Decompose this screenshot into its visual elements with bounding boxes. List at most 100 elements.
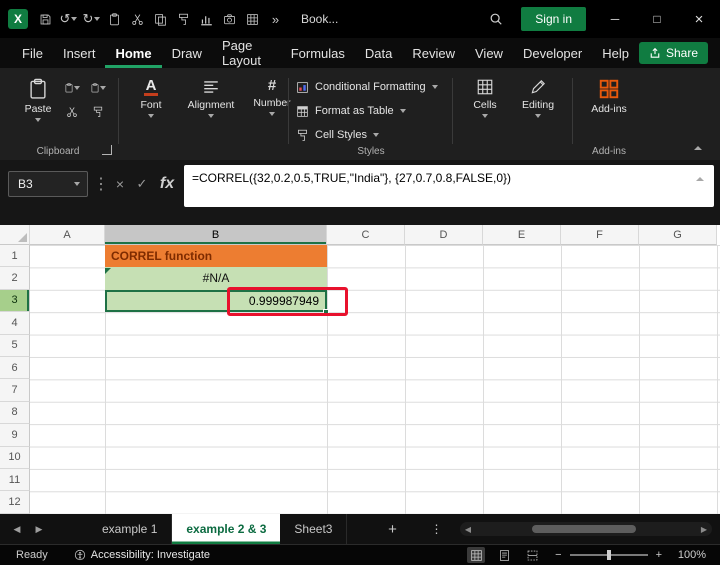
editing-group-button[interactable]: Editing (512, 78, 564, 118)
excel-app-icon[interactable]: X (8, 9, 28, 29)
row-header-2[interactable]: 2 (0, 267, 30, 290)
search-icon[interactable] (481, 7, 511, 31)
share-button[interactable]: Share (638, 42, 708, 64)
font-group-button[interactable]: A Font (126, 78, 176, 118)
row-header-1[interactable]: 1 (0, 245, 30, 268)
format-painter-icon[interactable] (172, 7, 195, 31)
page-layout-view-icon[interactable] (495, 547, 513, 563)
name-box[interactable]: B3 (8, 171, 88, 197)
formula-input[interactable]: =CORREL({32,0.2,0.5,TRUE,"India"}, {27,0… (184, 165, 714, 207)
collapse-formula-bar-icon[interactable] (696, 177, 704, 181)
column-header-f[interactable]: F (561, 225, 639, 245)
number-group-button[interactable]: # Number (246, 78, 298, 116)
scrollbar-track[interactable] (476, 522, 696, 536)
close-button[interactable]: × (678, 0, 720, 38)
chevron-down-icon (100, 86, 106, 90)
chart-icon[interactable] (195, 7, 218, 31)
row-header-3[interactable]: 3 (0, 289, 30, 313)
tab-review[interactable]: Review (402, 38, 465, 68)
row-header-4[interactable]: 4 (0, 312, 30, 335)
cut-icon[interactable] (64, 104, 80, 120)
alignment-group-button[interactable]: Alignment (180, 78, 242, 118)
row-header-8[interactable]: 8 (0, 401, 30, 425)
horizontal-scrollbar[interactable]: ◀ ▶ (460, 522, 712, 536)
minimize-button[interactable]: ─ (594, 0, 636, 38)
tab-help[interactable]: Help (592, 38, 639, 68)
more-commands-icon[interactable]: » (264, 7, 287, 31)
sheet-tab-sheet3[interactable]: Sheet3 (280, 514, 348, 544)
cell-styles-icon (296, 129, 309, 142)
previous-sheet-icon[interactable]: ◀ (6, 514, 28, 544)
scroll-left-icon[interactable]: ◀ (460, 525, 476, 534)
tab-home[interactable]: Home (105, 38, 161, 68)
page-break-preview-icon[interactable] (523, 547, 541, 563)
next-sheet-icon[interactable]: ▶ (28, 514, 50, 544)
tab-draw[interactable]: Draw (162, 38, 212, 68)
redo-icon[interactable]: ↻ (80, 7, 103, 31)
zoom-out-icon[interactable]: − (555, 549, 561, 561)
tab-data[interactable]: Data (355, 38, 402, 68)
zoom-slider-thumb[interactable] (606, 550, 611, 560)
row-header-10[interactable]: 10 (0, 446, 30, 469)
collapse-ribbon-icon[interactable] (694, 146, 702, 150)
format-as-table-button[interactable]: Format as Table (296, 101, 406, 121)
column-header-c[interactable]: C (327, 225, 405, 245)
clipboard-pane-icon[interactable] (90, 80, 106, 96)
column-header-g[interactable]: G (639, 225, 717, 245)
row-header-12[interactable]: 12 (0, 491, 30, 514)
cells-group-button[interactable]: Cells (462, 78, 508, 118)
row-header-11[interactable]: 11 (0, 469, 30, 492)
select-all-corner[interactable] (0, 225, 30, 245)
enter-icon[interactable]: ✓ (132, 171, 152, 197)
sheet-tab-example2and3[interactable]: example 2 & 3 (172, 514, 281, 544)
camera-icon[interactable] (218, 7, 241, 31)
view-shortcuts (467, 547, 541, 563)
column-header-d[interactable]: D (405, 225, 483, 245)
row-header-7[interactable]: 7 (0, 379, 30, 402)
tab-view[interactable]: View (465, 38, 513, 68)
paste-qat-icon[interactable] (103, 7, 126, 31)
tab-developer[interactable]: Developer (513, 38, 592, 68)
sheet-tab-example1[interactable]: example 1 (88, 514, 173, 544)
column-header-a[interactable]: A (30, 225, 105, 245)
row-header-6[interactable]: 6 (0, 357, 30, 380)
insert-function-icon[interactable]: fx (156, 171, 178, 197)
conditional-formatting-button[interactable]: Conditional Formatting (296, 77, 438, 97)
new-sheet-button[interactable]: + (377, 514, 407, 544)
column-header-b[interactable]: B (105, 225, 327, 245)
tab-insert[interactable]: Insert (53, 38, 106, 68)
table-icon[interactable] (241, 7, 264, 31)
row-header-5[interactable]: 5 (0, 334, 30, 357)
chevron-down-icon (372, 133, 379, 137)
copy-icon[interactable] (149, 7, 172, 31)
sign-in-button[interactable]: Sign in (521, 7, 586, 31)
zoom-level[interactable]: 100% (674, 549, 706, 561)
normal-view-icon[interactable] (467, 547, 486, 563)
save-icon[interactable] (34, 7, 57, 31)
tab-file[interactable]: File (12, 38, 53, 68)
cells-area[interactable]: CORREL function #N/A 0.999987949 (30, 245, 720, 514)
scroll-right-icon[interactable]: ▶ (696, 525, 712, 534)
cut-icon[interactable] (126, 7, 149, 31)
addins-button[interactable]: Add-ins (582, 78, 636, 115)
tab-page-layout[interactable]: Page Layout (212, 38, 281, 68)
column-header-e[interactable]: E (483, 225, 561, 245)
cell-styles-button[interactable]: Cell Styles (296, 125, 379, 145)
format-painter-icon[interactable] (90, 104, 106, 120)
zoom-slider[interactable] (569, 550, 648, 560)
paste-special-icon[interactable] (64, 80, 80, 96)
ribbon: Paste Clipboard A Font Alignment # Numbe… (0, 68, 720, 160)
paste-button[interactable]: Paste (16, 78, 60, 122)
row-header-9[interactable]: 9 (0, 424, 30, 447)
clipboard-dialog-launcher-icon[interactable] (102, 145, 112, 155)
zoom-in-icon[interactable]: + (656, 549, 662, 561)
undo-icon[interactable]: ↺ (57, 7, 80, 31)
maximize-button[interactable]: □ (636, 0, 678, 38)
tab-formulas[interactable]: Formulas (281, 38, 355, 68)
cancel-icon[interactable]: × (110, 171, 130, 197)
scrollbar-thumb[interactable] (532, 525, 636, 533)
cell-b1[interactable]: CORREL function (105, 245, 327, 268)
group-divider (452, 78, 453, 144)
accessibility-status[interactable]: Accessibility: Investigate (74, 549, 210, 561)
all-sheets-button[interactable]: ⋮ (423, 514, 449, 544)
